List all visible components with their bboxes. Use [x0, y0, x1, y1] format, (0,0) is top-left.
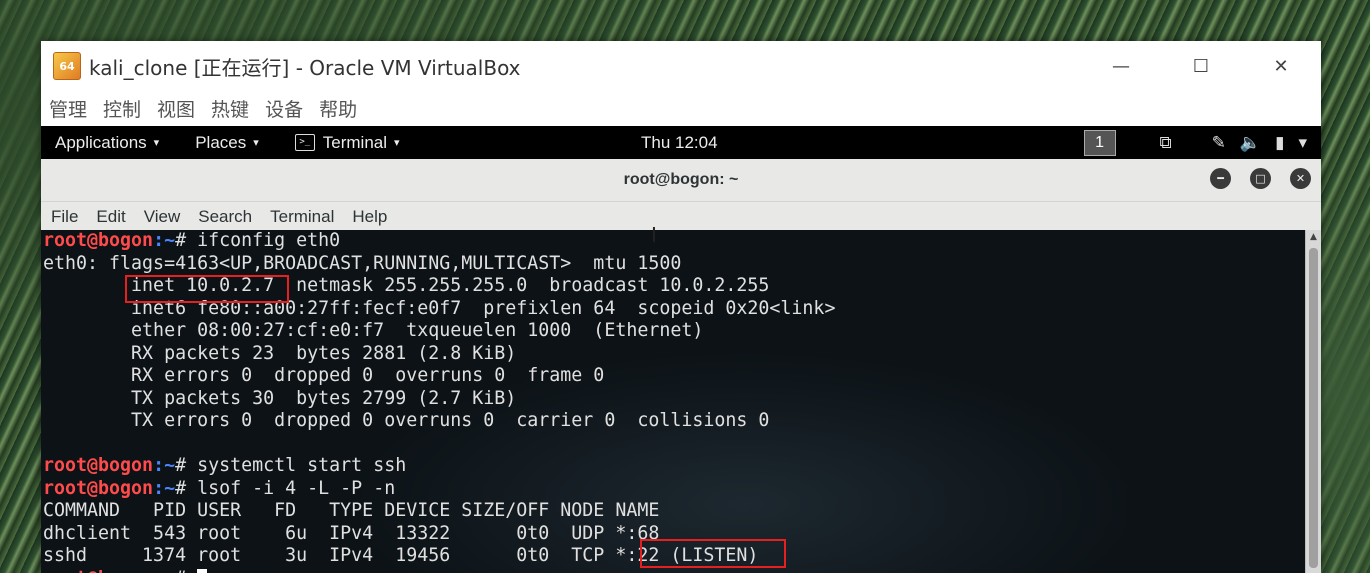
terminal-headerbar: root@bogon: ~ ━ □ ✕	[41, 159, 1321, 202]
system-tray: 1 ⧉ ✎ 🔈 ▮ ▾	[1083, 126, 1307, 159]
virtualbox-app-icon: 64	[53, 52, 81, 80]
command-text: #	[175, 568, 197, 573]
scrollbar-thumb[interactable]	[1309, 248, 1318, 568]
applications-menu[interactable]: Applications ▾	[55, 133, 159, 153]
vbox-window-title: kali_clone [正在运行] - Oracle VM VirtualBox	[89, 55, 521, 80]
terminal-app-label: Terminal	[322, 132, 388, 152]
minimize-icon: ━	[1217, 172, 1224, 185]
volume-icon[interactable]: 🔈	[1240, 133, 1261, 153]
chevron-down-icon: ▾	[394, 137, 400, 149]
terminal-maximize-button[interactable]: □	[1250, 168, 1271, 189]
output-text: TX packets 30 bytes 2799 (2.7 KiB)	[43, 387, 517, 409]
terminal-output[interactable]: root@bogon:~# ifconfig eth0 eth0: flags=4…	[41, 230, 1321, 573]
output-text: RX errors 0 dropped 0 overruns 0 frame 0	[43, 365, 605, 386]
terminal-app-menu[interactable]: >_ Terminal ▾	[294, 132, 400, 153]
terminal-line: TX packets 30 bytes 2799 (2.7 KiB)	[43, 388, 835, 411]
highlight-box-inet	[125, 275, 289, 303]
terminal-menu-help[interactable]: Help	[352, 207, 387, 227]
terminal-line: TX errors 0 dropped 0 overruns 0 carrier…	[43, 410, 835, 433]
terminal-line: root@bogon:~# lsof -i 4 -L -P -n	[43, 478, 835, 501]
chevron-down-icon: ▾	[153, 137, 160, 149]
menu-hotkeys[interactable]: 热键	[211, 95, 249, 122]
terminal-minimize-button[interactable]: ━	[1210, 168, 1231, 189]
battery-icon[interactable]: ▮	[1275, 133, 1284, 153]
terminal-menu-terminal[interactable]: Terminal	[270, 207, 334, 227]
window-controls: — ☐ ✕	[1081, 41, 1321, 91]
prompt-user: root@bogon	[43, 455, 154, 476]
menu-devices[interactable]: 设备	[265, 95, 303, 122]
prompt-path: :~	[153, 477, 176, 499]
terminal-line: root@bogon:~# ifconfig eth0	[43, 230, 835, 253]
terminal-window-controls: ━ □ ✕	[1191, 168, 1311, 189]
output-text: RX packets 23 bytes 2881 (2.8 KiB)	[43, 342, 517, 364]
prompt-path: :~	[153, 568, 175, 573]
menu-help[interactable]: 帮助	[319, 95, 357, 122]
chevron-down-icon: ▾	[253, 137, 259, 149]
terminal-line: root@bogon:~# systemctl start ssh	[43, 455, 835, 478]
maximize-button[interactable]: ☐	[1161, 41, 1241, 91]
maximize-icon: ☐	[1192, 55, 1210, 77]
command-text: # lsof -i 4 -L -P -n	[175, 477, 396, 499]
output-text: TX errors 0 dropped 0 overruns 0 carrier…	[43, 410, 770, 431]
network-wired-icon[interactable]: ⧉	[1160, 133, 1172, 153]
menu-view[interactable]: 视图	[157, 95, 195, 122]
menu-control[interactable]: 控制	[103, 95, 141, 122]
terminal-icon: >_	[294, 134, 315, 151]
terminal-line: RX packets 23 bytes 2881 (2.8 KiB)	[43, 343, 835, 366]
terminal-line: root@bogon:~#	[43, 568, 835, 573]
places-menu[interactable]: Places ▾	[195, 133, 259, 153]
output-text: ether 08:00:27:cf:e0:f7 txqueuelen 1000 …	[43, 320, 704, 341]
output-text: dhclient 543 root 6u IPv4 13322 0t0 UDP …	[43, 522, 660, 544]
output-text: COMMAND PID USER FD TYPE DEVICE SIZE/OFF…	[43, 500, 660, 521]
terminal-line: ether 08:00:27:cf:e0:f7 txqueuelen 1000 …	[43, 320, 835, 343]
terminal-line: COMMAND PID USER FD TYPE DEVICE SIZE/OFF…	[43, 500, 835, 523]
menu-manage[interactable]: 管理	[49, 95, 87, 122]
gnome-top-bar: Applications ▾ Places ▾ >_ Terminal ▾ Th…	[41, 126, 1321, 159]
terminal-menubar: File Edit View Search Terminal Help	[41, 202, 1321, 231]
minimize-icon: —	[1112, 55, 1130, 77]
prompt-path: :~	[153, 455, 176, 476]
vbox-titlebar: 64 kali_clone [正在运行] - Oracle VM Virtual…	[41, 41, 1321, 91]
terminal-menu-file[interactable]: File	[51, 207, 78, 227]
close-icon: ✕	[1295, 172, 1306, 185]
command-text: # systemctl start ssh	[175, 455, 407, 476]
screen-brush-icon[interactable]: ✎	[1212, 133, 1226, 153]
system-menu-chevron-icon[interactable]: ▾	[1298, 133, 1307, 153]
terminal-menu-edit[interactable]: Edit	[96, 207, 125, 227]
output-text: eth0: flags=4163<UP,BROADCAST,RUNNING,MU…	[43, 252, 682, 274]
terminal-menu-search[interactable]: Search	[198, 207, 252, 227]
terminal-title: root@bogon: ~	[623, 171, 739, 188]
terminal-line: RX errors 0 dropped 0 overruns 0 frame 0	[43, 365, 835, 388]
workspace-indicator[interactable]: 1	[1083, 129, 1116, 156]
prompt-user: root@bogon	[43, 230, 154, 251]
minimize-button[interactable]: —	[1081, 41, 1161, 91]
virtualbox-window: 64 kali_clone [正在运行] - Oracle VM Virtual…	[41, 41, 1321, 573]
terminal-menu-view[interactable]: View	[144, 207, 181, 227]
guest-screen: Applications ▾ Places ▾ >_ Terminal ▾ Th…	[41, 126, 1321, 573]
prompt-user: root@bogon	[43, 477, 154, 499]
scroll-up-arrow-icon[interactable]: ▲	[1306, 230, 1321, 244]
places-label: Places	[195, 132, 247, 152]
close-button[interactable]: ✕	[1241, 41, 1321, 91]
vbox-menubar: 管理 控制 视图 热键 设备 帮助	[41, 91, 1321, 126]
applications-label: Applications	[55, 132, 147, 152]
terminal-scrollbar[interactable]: ▲	[1305, 230, 1321, 573]
terminal-line	[43, 433, 835, 456]
terminal-close-button[interactable]: ✕	[1290, 168, 1311, 189]
highlight-box-listen	[640, 539, 786, 568]
command-text: # ifconfig eth0	[175, 230, 341, 251]
text-cursor-icon: I	[651, 223, 657, 247]
prompt-path: :~	[153, 230, 176, 251]
close-icon: ✕	[1273, 55, 1289, 77]
prompt-user: root@bogon	[43, 568, 153, 573]
terminal-line: eth0: flags=4163<UP,BROADCAST,RUNNING,MU…	[43, 253, 835, 276]
terminal-cursor	[197, 568, 208, 573]
maximize-icon: □	[1255, 172, 1266, 185]
clock[interactable]: Thu 12:04	[641, 126, 718, 159]
